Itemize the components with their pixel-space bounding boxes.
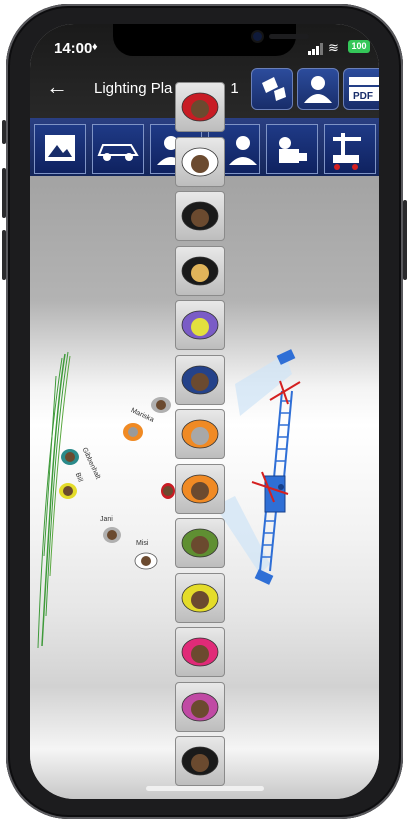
side-button [2,120,6,144]
label-jani: Jani [100,516,113,523]
palette-character[interactable] [175,82,225,132]
character-icon [181,419,219,449]
character-icon [181,147,219,176]
character-icon [181,365,219,394]
wifi-icon: ≋ [328,40,339,55]
tool-camera[interactable] [266,124,318,174]
home-indicator[interactable] [146,786,264,791]
crane-icon [333,133,361,170]
front-camera [253,32,262,41]
person-figure-misi[interactable] [134,552,158,575]
palette-character[interactable] [175,518,225,568]
label-misi: Misi [136,540,149,547]
palette-character[interactable] [175,354,225,405]
person-figure-jani[interactable] [102,526,122,549]
lamps-icon [262,77,286,101]
power-button [403,200,407,280]
pdf-button[interactable]: PDF [343,68,379,110]
notch [113,24,309,56]
image-icon [45,135,75,161]
battery-icon: 100 [348,40,370,53]
character-icon [181,583,219,612]
palette-character[interactable] [175,736,225,786]
volume-up-button [2,168,6,218]
person-figure-red[interactable] [160,482,176,505]
person-status-icon: ♦ [92,41,98,53]
character-icon [181,637,219,667]
back-arrow-icon[interactable]: ← [46,74,68,100]
character-icon [181,201,219,231]
svg-text:PDF: PDF [353,91,373,102]
person-figure-greenhouse[interactable] [60,448,80,471]
signal-icon [308,42,324,60]
character-icon [181,528,219,558]
palette-character[interactable] [175,191,225,241]
palette-character[interactable] [175,409,225,459]
palette-character[interactable] [175,245,225,296]
pdf-icon: PDF [349,77,379,102]
person-button[interactable] [297,68,339,110]
character-icon [181,256,219,285]
palette-character[interactable] [175,681,225,732]
palette-character[interactable] [175,572,225,623]
palette-character[interactable] [175,300,225,350]
tool-car[interactable] [92,124,144,174]
tool-image[interactable] [34,124,86,174]
person-icon [304,76,332,103]
person-figure-mariska[interactable] [122,422,144,447]
volume-down-button [2,230,6,280]
character-icon [181,746,219,776]
tool-crane[interactable] [324,124,376,174]
status-time: 14:00 [54,40,93,57]
palette-character[interactable] [175,627,225,677]
character-icon [181,692,219,721]
camera-icon [279,137,307,163]
screen: Mariska Gibbenhalt Bill Jani Misi 14:00 … [30,24,379,799]
palette-character[interactable] [175,463,225,514]
character-icon [181,310,219,340]
person-figure-bill[interactable] [58,482,78,505]
car-icon [97,144,139,161]
palette-character[interactable] [175,136,225,187]
person-figure[interactable] [150,396,172,419]
character-icon [181,92,219,122]
character-icon [181,474,219,503]
lamps-button[interactable] [251,68,293,110]
